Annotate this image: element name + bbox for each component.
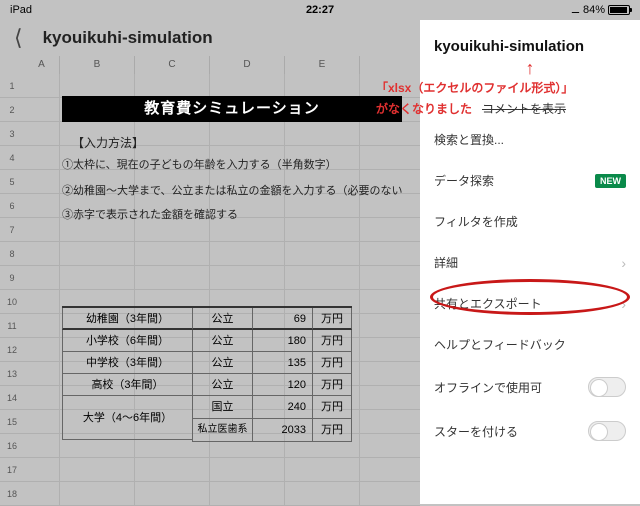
chevron-right-icon: › <box>621 296 626 312</box>
col-E[interactable]: E <box>285 56 360 74</box>
step-1: ①太枠に、現在の子どもの年齢を入力する（半角数字） <box>62 156 337 172</box>
new-badge: NEW <box>595 174 626 188</box>
spreadsheet: A B C D E 1 2 3 4 5 6 7 8 9 10 11 12 13 … <box>0 56 420 504</box>
col-D[interactable]: D <box>210 56 285 74</box>
annotation-line-2: がなくなりました <box>370 98 478 119</box>
file-title: kyouikuhi-simulation <box>43 28 213 48</box>
status-right: ⚊ 84% <box>423 4 630 16</box>
bluetooth-icon: ⚊ <box>571 5 580 16</box>
menu-explore[interactable]: データ探索NEW <box>420 160 640 201</box>
chevron-right-icon: › <box>621 255 626 271</box>
col-C[interactable]: C <box>135 56 210 74</box>
step-3: ③赤字で表示された金額を確認する <box>62 206 238 222</box>
offline-toggle[interactable] <box>588 377 626 397</box>
menu-show-comments[interactable]: コメントを表示 <box>482 100 566 117</box>
back-icon[interactable]: ⟨ <box>14 25 23 51</box>
annotation-line-1: 「xlsx（エクセルのファイル形式）」 <box>370 77 640 98</box>
annotation-arrow: ↑ <box>420 59 640 77</box>
sheet-title-band: 教育費シミュレーション <box>62 96 402 122</box>
clock: 22:27 <box>217 4 424 16</box>
menu-help-feedback[interactable]: ヘルプとフィードバック <box>420 324 640 365</box>
education-cost-table: 幼稚園（3年間）公立69万円 小学校（6年間）公立180万円 中学校（3年間）公… <box>62 306 352 418</box>
menu-offline[interactable]: オフラインで使用可 <box>420 365 640 409</box>
input-method-label: 【入力方法】 <box>72 134 144 151</box>
menu-create-filter[interactable]: フィルタを作成 <box>420 201 640 242</box>
panel-file-title: kyouikuhi-simulation <box>420 20 640 59</box>
col-B[interactable]: B <box>60 56 135 74</box>
star-toggle[interactable] <box>588 421 626 441</box>
menu-details[interactable]: 詳細› <box>420 242 640 283</box>
col-A[interactable]: A <box>24 56 60 74</box>
overflow-menu-panel: kyouikuhi-simulation ↑ 「xlsx（エクセルのファイル形式… <box>420 20 640 504</box>
device-label: iPad <box>10 4 217 16</box>
menu-share-export[interactable]: 共有とエクスポート› <box>420 283 640 324</box>
battery-icon <box>608 5 630 15</box>
column-headers: A B C D E <box>0 56 420 74</box>
battery-pct: 84% <box>583 4 605 16</box>
menu-star[interactable]: スターを付ける <box>420 409 640 453</box>
step-2: ②幼稚園〜大学まで、公立または私立の金額を入力する（必要のない <box>62 182 403 198</box>
status-bar: iPad 22:27 ⚊ 84% <box>0 0 640 20</box>
menu-find-replace[interactable]: 検索と置換... <box>420 119 640 160</box>
